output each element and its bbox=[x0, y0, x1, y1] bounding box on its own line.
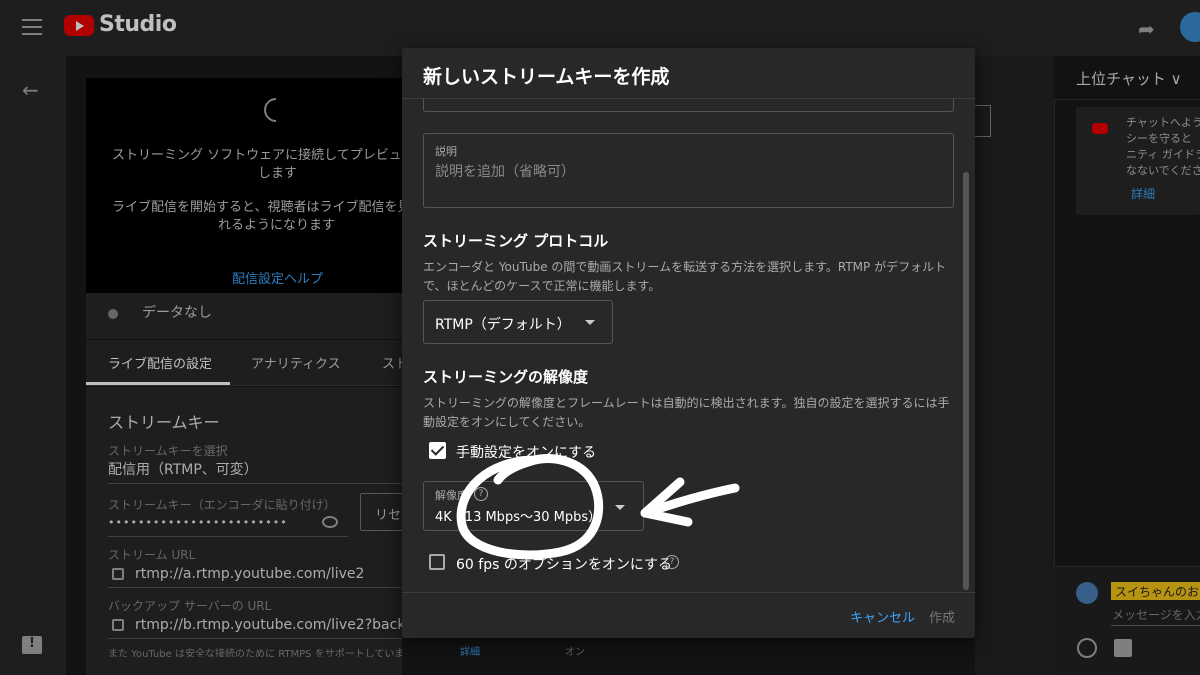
description-placeholder: 説明を追加（省略可） bbox=[435, 164, 575, 180]
cancel-button[interactable]: キャンセル bbox=[850, 607, 915, 626]
protocol-heading: ストリーミング プロトコル bbox=[423, 232, 609, 250]
create-button[interactable]: 作成 bbox=[929, 607, 955, 626]
dialog-scrollbar[interactable] bbox=[963, 172, 969, 590]
60fps-label: 60 fps のオプションをオンにする bbox=[456, 557, 672, 573]
protocol-description: エンコーダと YouTube の間で動画ストリームを転送する方法を選択します。R… bbox=[423, 260, 947, 293]
manual-settings-checkbox[interactable] bbox=[429, 442, 446, 459]
60fps-checkbox[interactable] bbox=[429, 554, 445, 570]
resolution-heading: ストリーミングの解像度 bbox=[423, 368, 589, 386]
resolution-field-label: 解像度 bbox=[435, 489, 468, 502]
dropdown-arrow-icon bbox=[615, 505, 625, 510]
resolution-description: ストリーミングの解像度とフレームレートは自動的に検出されます。独自の設定を選択す… bbox=[423, 396, 950, 429]
protocol-select-value: RTMP（デフォルト） bbox=[435, 317, 571, 333]
resolution-select-value: 4K（13 Mbps〜30 Mpbs） bbox=[435, 510, 602, 525]
description-label: 説明 bbox=[435, 145, 457, 158]
help-icon[interactable]: ? bbox=[665, 555, 679, 569]
dropdown-arrow-icon bbox=[585, 320, 595, 325]
divider bbox=[402, 592, 975, 593]
help-icon[interactable]: ? bbox=[474, 487, 488, 501]
name-field[interactable] bbox=[423, 98, 954, 112]
dialog-title: 新しいストリームキーを作成 bbox=[423, 66, 670, 88]
manual-settings-label: 手動設定をオンにする bbox=[456, 445, 597, 461]
